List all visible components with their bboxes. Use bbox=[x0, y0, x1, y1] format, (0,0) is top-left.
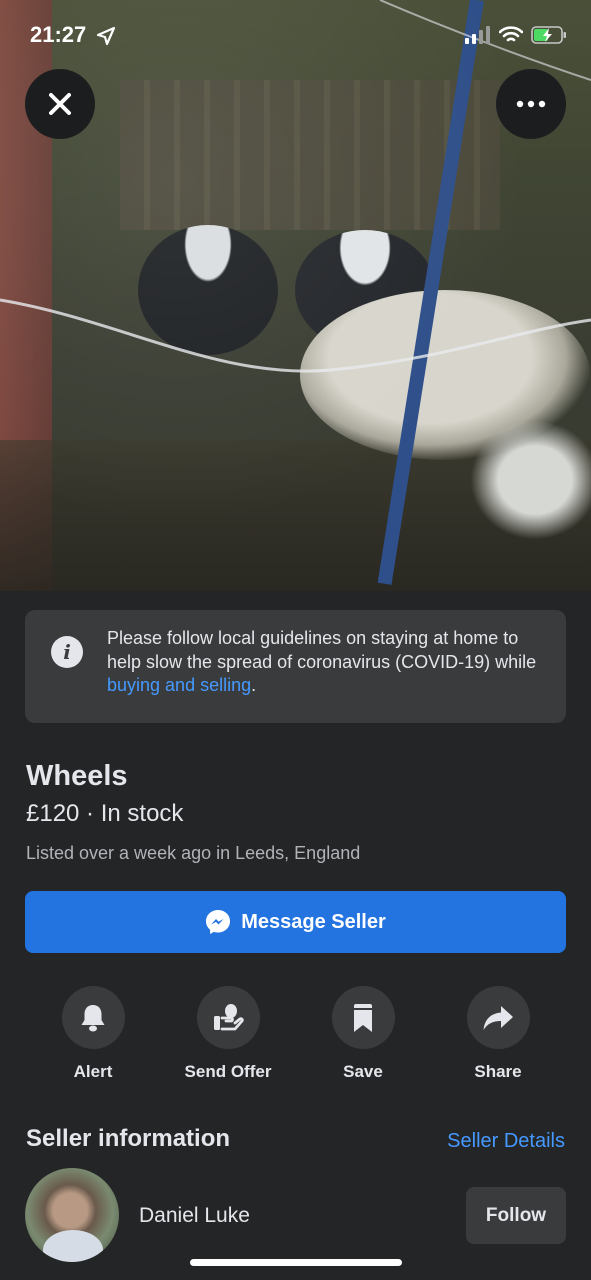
notice-text: Please follow local guidelines on stayin… bbox=[107, 628, 537, 672]
listing-price: £120 · In stock bbox=[26, 800, 184, 827]
status-icons bbox=[465, 26, 567, 44]
save-label: Save bbox=[343, 1062, 383, 1081]
save-button[interactable] bbox=[331, 986, 395, 1049]
avatar-shirt bbox=[43, 1230, 103, 1262]
close-icon bbox=[49, 93, 71, 115]
follow-button[interactable]: Follow bbox=[466, 1187, 566, 1244]
home-indicator[interactable] bbox=[190, 1259, 402, 1266]
seller-details-link[interactable]: Seller Details bbox=[447, 1130, 565, 1153]
covid-notice: i Please follow local guidelines on stay… bbox=[25, 610, 566, 723]
buying-selling-link[interactable]: buying and selling bbox=[107, 675, 251, 695]
status-time: 21:27 bbox=[30, 22, 87, 47]
share-label: Share bbox=[474, 1062, 522, 1081]
share-button[interactable] bbox=[466, 986, 530, 1049]
signal-icon bbox=[465, 26, 490, 44]
send-offer-button[interactable] bbox=[196, 986, 260, 1049]
message-seller-label: Message Seller bbox=[241, 910, 386, 933]
send-offer-action[interactable]: Send Offer bbox=[163, 986, 293, 1082]
messenger-icon bbox=[206, 910, 231, 934]
location-arrow-icon bbox=[96, 26, 116, 46]
seller-information-heading: Seller information bbox=[26, 1125, 231, 1152]
info-icon: i bbox=[51, 636, 83, 668]
alert-button[interactable] bbox=[61, 986, 125, 1049]
battery-charging-icon bbox=[531, 26, 566, 44]
listing-location: Listed over a week ago in Leeds, England bbox=[26, 843, 361, 863]
share-action[interactable]: Share bbox=[433, 986, 563, 1082]
wifi-icon bbox=[499, 26, 523, 42]
message-seller-button[interactable]: Message Seller bbox=[25, 891, 566, 953]
alert-label: Alert bbox=[73, 1062, 113, 1081]
bell-icon bbox=[81, 1004, 105, 1031]
send-offer-label: Send Offer bbox=[184, 1062, 272, 1081]
close-button[interactable] bbox=[25, 69, 95, 139]
alert-action[interactable]: Alert bbox=[28, 986, 158, 1082]
notice-end: . bbox=[251, 675, 257, 695]
save-action[interactable]: Save bbox=[298, 986, 428, 1082]
listing-title: Wheels bbox=[26, 760, 128, 792]
bookmark-icon bbox=[354, 1003, 372, 1032]
offer-hand-icon bbox=[214, 1003, 244, 1030]
avatar[interactable] bbox=[25, 1168, 119, 1262]
seller-name[interactable]: Daniel Luke bbox=[139, 1204, 250, 1228]
more-options-button[interactable] bbox=[496, 69, 566, 139]
share-arrow-icon bbox=[483, 1005, 513, 1030]
notice-message: Please follow local guidelines on stayin… bbox=[107, 627, 547, 698]
status-bar: 21:27 bbox=[0, 0, 591, 70]
more-dots-icon bbox=[516, 100, 546, 108]
